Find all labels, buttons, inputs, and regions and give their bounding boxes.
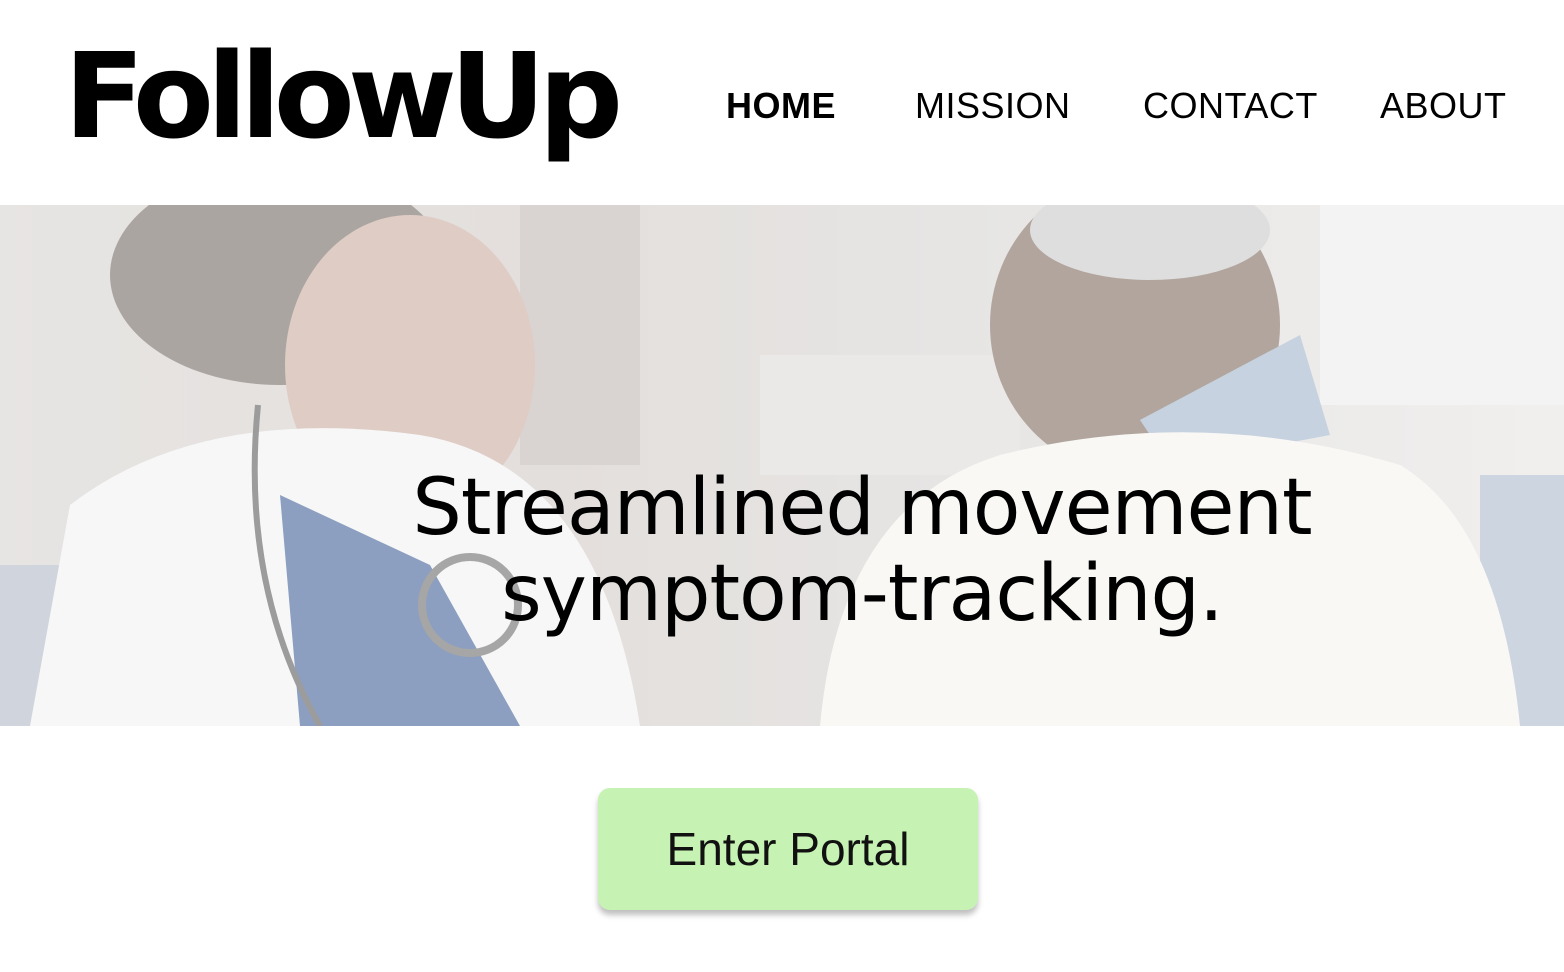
- nav-contact[interactable]: CONTACT: [1143, 84, 1318, 128]
- nav-mission[interactable]: MISSION: [915, 84, 1071, 128]
- headline-line-2: symptom-tracking.: [501, 549, 1224, 639]
- hero-headline: Streamlined movement symptom-tracking.: [0, 465, 1564, 637]
- enter-portal-button[interactable]: Enter Portal: [598, 788, 978, 910]
- brand-logo[interactable]: FollowUp: [64, 26, 623, 166]
- headline-line-1: Streamlined movement: [412, 463, 1312, 553]
- hero-banner: Streamlined movement symptom-tracking.: [0, 205, 1564, 726]
- nav-home[interactable]: HOME: [726, 84, 836, 128]
- site-header: FollowUp HOME MISSION CONTACT ABOUT: [0, 0, 1564, 205]
- nav-about[interactable]: ABOUT: [1380, 84, 1507, 128]
